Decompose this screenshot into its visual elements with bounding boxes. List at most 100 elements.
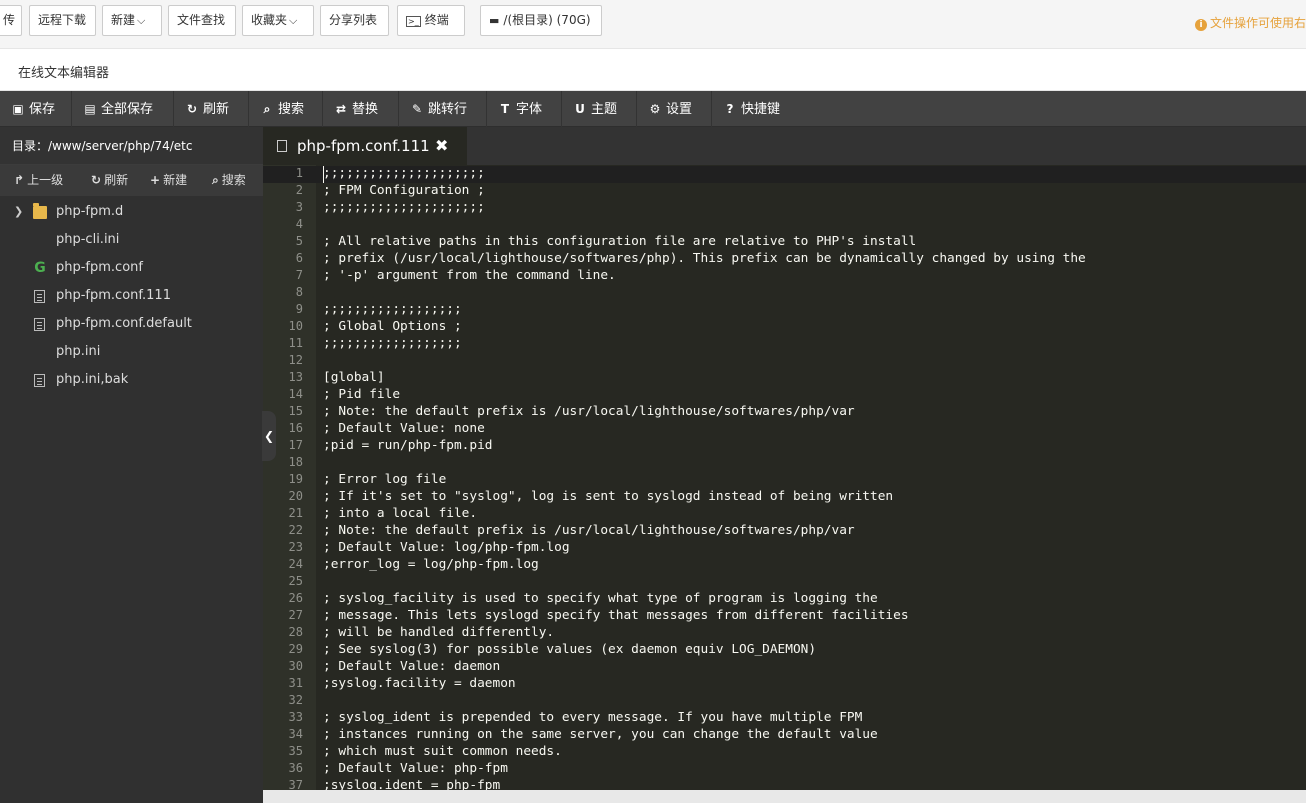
new-dropdown-button[interactable]: 新建 ⌵: [102, 5, 162, 36]
code-line[interactable]: ; Default Value: daemon: [323, 658, 1303, 675]
code-line[interactable]: [323, 692, 1303, 709]
code-line[interactable]: [global]: [323, 369, 1303, 386]
code-line[interactable]: ;;;;;;;;;;;;;;;;;;;;;: [323, 199, 1303, 216]
code-line[interactable]: ; Default Value: log/php-fpm.log: [323, 539, 1303, 556]
code-line[interactable]: ;syslog.ident = php-fpm: [323, 777, 1303, 790]
code-line[interactable]: ; instances running on the same server, …: [323, 726, 1303, 743]
line-number: 20: [288, 489, 303, 503]
sidebar-search-button[interactable]: ⌕ 搜索: [212, 165, 246, 196]
code-line[interactable]: ; Pid file: [323, 386, 1303, 403]
share-list-button[interactable]: 分享列表: [320, 5, 389, 36]
pin-icon: ✎: [411, 102, 423, 116]
code-line[interactable]: ; Default Value: php-fpm: [323, 760, 1303, 777]
file-name: php.ini,bak: [56, 372, 129, 387]
font-button[interactable]: T 字体: [487, 91, 562, 127]
code-line[interactable]: [323, 573, 1303, 590]
code-line[interactable]: ; '-p' argument from the command line.: [323, 267, 1303, 284]
close-icon[interactable]: ✖: [435, 127, 448, 165]
terminal-button[interactable]: >_ 终端: [397, 5, 465, 36]
chevron-right-icon[interactable]: ❯: [14, 198, 23, 226]
line-number: 33: [288, 710, 303, 724]
code-line[interactable]: ;error_log = log/php-fpm.log: [323, 556, 1303, 573]
code-line[interactable]: ; Error log file: [323, 471, 1303, 488]
file-name: php.ini: [56, 344, 101, 359]
code-line[interactable]: [323, 454, 1303, 471]
remote-download-button[interactable]: 远程下载: [29, 5, 96, 36]
operation-notice: i 文件操作可使用右: [1194, 14, 1306, 31]
code-line[interactable]: [323, 352, 1303, 369]
code-editor[interactable]: 1 2 3 4 5 6 7 8 9 10 11 12 13 14 15 16 17 18 19 20 21 22 23 24 2…: [263, 165, 1306, 790]
refresh-icon: ↻: [91, 173, 102, 187]
code-line[interactable]: ; Note: the default prefix is /usr/local…: [323, 522, 1303, 539]
code-line[interactable]: ; will be handled differently.: [323, 624, 1303, 641]
file-name: php-fpm.conf.default: [56, 316, 192, 331]
settings-button[interactable]: ⚙ 设置: [637, 91, 712, 127]
code-line[interactable]: ; If it's set to "syslog", log is sent t…: [323, 488, 1303, 505]
code-line[interactable]: ; Global Options ;: [323, 318, 1303, 335]
save-all-button[interactable]: ▤ 全部保存: [72, 91, 174, 127]
code-line[interactable]: ; message. This lets syslogd specify tha…: [323, 607, 1303, 624]
upload-button[interactable]: 传: [0, 5, 22, 36]
sidebar-new-button[interactable]: + 新建: [150, 165, 187, 196]
refresh-button[interactable]: ↻ 刷新: [174, 91, 249, 127]
replace-label: 替换: [352, 102, 379, 117]
remote-download-label: 远程下载: [38, 13, 87, 27]
code-line[interactable]: ; prefix (/usr/local/lighthouse/software…: [323, 250, 1303, 267]
line-number: 28: [288, 625, 303, 639]
code-line[interactable]: [323, 284, 1303, 301]
code-line[interactable]: ; FPM Configuration ;: [323, 182, 1303, 199]
favorites-dropdown-button[interactable]: 收藏夹 ⌵: [242, 5, 314, 36]
code-line[interactable]: ;;;;;;;;;;;;;;;;;;: [323, 335, 1303, 352]
document-icon: [34, 290, 45, 303]
line-number: 12: [288, 353, 303, 367]
text-cursor: [323, 166, 324, 183]
sidebar-refresh-button[interactable]: ↻ 刷新: [91, 165, 128, 196]
page-title: 在线文本编辑器: [18, 66, 110, 81]
tab-php-fpm-conf-111[interactable]: php-fpm.conf.111 ✖: [263, 127, 467, 165]
root-disk-button[interactable]: ▬/(根目录) (70G): [480, 5, 602, 36]
code-line[interactable]: ; Note: the default prefix is /usr/local…: [323, 403, 1303, 420]
replace-button[interactable]: ⇄ 替换: [323, 91, 399, 127]
theme-button[interactable]: U 主题: [562, 91, 637, 127]
code-line[interactable]: ; See syslog(3) for possible values (ex …: [323, 641, 1303, 658]
save-button[interactable]: ▣ 保存: [0, 91, 72, 127]
code-line[interactable]: ; syslog_ident is prepended to every mes…: [323, 709, 1303, 726]
goto-line-button[interactable]: ✎ 跳转行: [399, 91, 487, 127]
gear-file-icon: G: [34, 260, 46, 276]
line-number: 26: [288, 591, 303, 605]
upload-button-label: 传: [3, 13, 16, 27]
line-number-gutter: 1 2 3 4 5 6 7 8 9 10 11 12 13 14 15 16 17 18 19 20 21 22 23 24 2…: [263, 165, 316, 790]
code-line[interactable]: ;syslog.facility = daemon: [323, 675, 1303, 692]
code-line[interactable]: ; into a local file.: [323, 505, 1303, 522]
search-button[interactable]: ⌕ 搜索: [249, 91, 323, 127]
file-search-button[interactable]: 文件查找: [168, 5, 236, 36]
code-line[interactable]: ; which must suit common needs.: [323, 743, 1303, 760]
file-item-php-fpm-conf-111[interactable]: php-fpm.conf.111: [0, 282, 263, 310]
file-item-php-fpm-d[interactable]: ❯ php-fpm.d: [0, 198, 263, 226]
code-line[interactable]: ;;;;;;;;;;;;;;;;;;: [323, 301, 1303, 318]
file-item-php-fpm-conf[interactable]: Gphp-fpm.conf: [0, 254, 263, 282]
shortcuts-label: 快捷键: [741, 102, 781, 117]
notice-text: 文件操作可使用右: [1209, 16, 1306, 30]
file-item-php-ini-bak[interactable]: php.ini,bak: [0, 366, 263, 394]
code-line[interactable]: ; All relative paths in this configurati…: [323, 233, 1303, 250]
sidebar-collapse-toggle[interactable]: ❮: [262, 411, 276, 461]
parent-dir-button[interactable]: ↱ 上一级: [14, 165, 63, 196]
code-line[interactable]: ;;;;;;;;;;;;;;;;;;;;;: [323, 165, 1303, 182]
shortcuts-button[interactable]: ? 快捷键: [712, 91, 802, 127]
file-icon: [277, 140, 287, 152]
code-line[interactable]: [323, 216, 1303, 233]
line-number: 8: [295, 285, 303, 299]
document-icon: [34, 374, 45, 387]
file-item-php-cli-ini[interactable]: php-cli.ini: [0, 226, 263, 254]
file-item-php-fpm-conf-default[interactable]: php-fpm.conf.default: [0, 310, 263, 338]
code-content[interactable]: ;;;;;;;;;;;;;;;;;;;;;; FPM Configuration…: [323, 165, 1303, 790]
directory-path: 目录：/www/server/php/74/etc: [0, 127, 263, 165]
file-item-php-ini[interactable]: php.ini: [0, 338, 263, 366]
code-line[interactable]: ;pid = run/php-fpm.pid: [323, 437, 1303, 454]
code-line[interactable]: ; syslog_facility is used to specify wha…: [323, 590, 1303, 607]
search-label: 搜索: [278, 102, 305, 117]
code-line[interactable]: ; Default Value: none: [323, 420, 1303, 437]
settings-label: 设置: [666, 102, 693, 117]
gear-icon: ⚙: [649, 102, 661, 116]
